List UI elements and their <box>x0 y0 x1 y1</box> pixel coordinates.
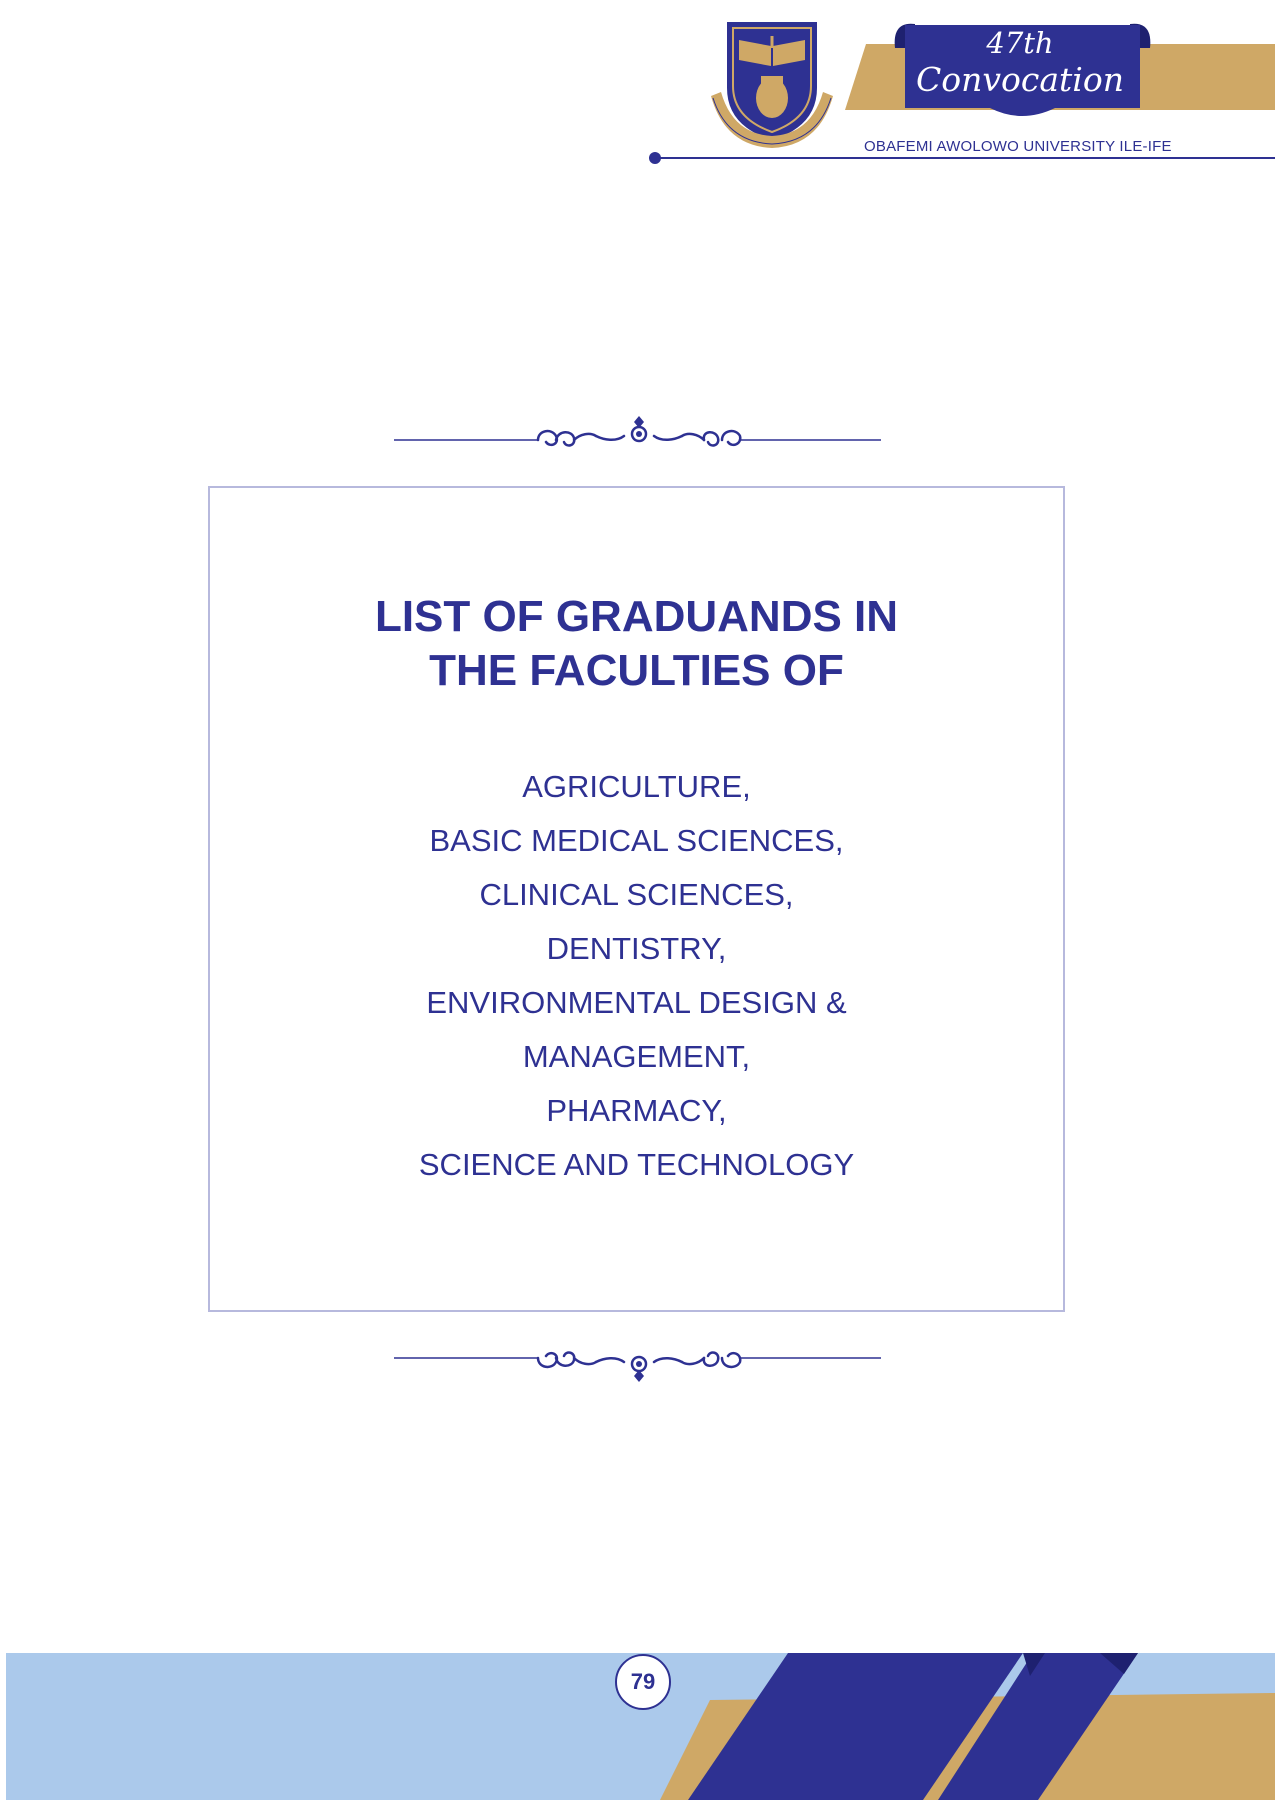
faculty-item: PHARMACY, <box>546 1093 727 1128</box>
university-name: OBAFEMI AWOLOWO UNIVERSITY ILE-IFE <box>864 138 1172 155</box>
convocation-number: 47th <box>986 26 1054 60</box>
header-rule-dot <box>649 152 661 164</box>
page-title-line: THE FACULTIES OF <box>429 646 844 695</box>
faculty-item: ENVIRONMENTAL DESIGN & <box>426 985 847 1020</box>
faculty-item: AGRICULTURE, <box>522 769 751 804</box>
university-crest-icon <box>711 22 833 148</box>
faculty-item: SCIENCE AND TECHNOLOGY <box>418 1147 855 1182</box>
faculty-item: MANAGEMENT, <box>522 1039 751 1074</box>
page-title: LIST OF GRADUANDS IN THE FACULTIES OF <box>210 590 1063 698</box>
ornament-divider-bottom <box>394 1351 881 1382</box>
faculty-item: DENTISTRY, <box>546 931 727 966</box>
title-frame: LIST OF GRADUANDS IN THE FACULTIES OF AG… <box>208 486 1065 1312</box>
convocation-title: Convocation <box>916 60 1124 99</box>
faculty-list: AGRICULTURE, BASIC MEDICAL SCIENCES, CLI… <box>210 760 1063 1192</box>
faculty-item: CLINICAL SCIENCES, <box>479 877 794 912</box>
page-title-line: LIST OF GRADUANDS IN <box>374 592 899 641</box>
ornament-divider-top <box>394 416 881 447</box>
page-number: 79 <box>615 1654 671 1710</box>
faculty-item: BASIC MEDICAL SCIENCES, <box>429 823 844 858</box>
